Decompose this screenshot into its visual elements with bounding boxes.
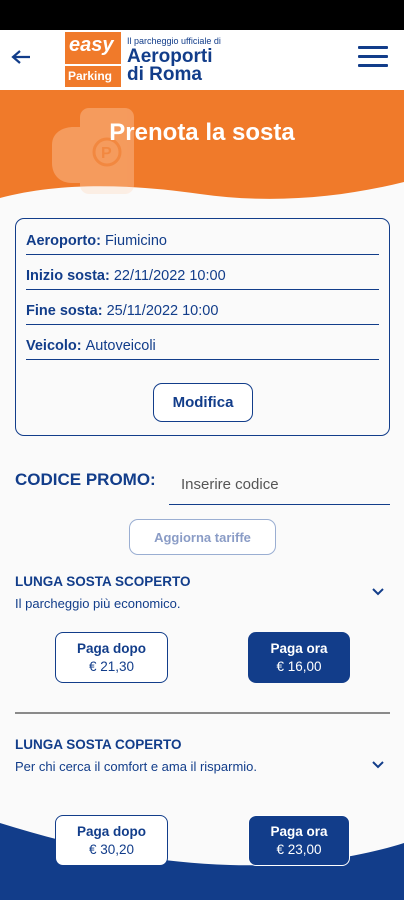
chevron-down-icon[interactable] [370, 584, 386, 600]
offer-subtitle: Il parcheggio più economico. [15, 596, 181, 611]
svg-text:P: P [101, 145, 112, 162]
offer-subtitle: Per chi cerca il comfort e ama il rispar… [15, 759, 258, 774]
promo-code-input[interactable] [169, 465, 390, 505]
back-arrow-icon[interactable] [8, 44, 34, 70]
easy-parking-logo: easy Parking [65, 32, 121, 87]
brand-name: Aeroporti di Roma [127, 46, 213, 85]
summary-row-end: Fine sosta: 25/11/2022 10:00 [26, 298, 379, 325]
offer-title: LUNGA SOSTA COPERTO [15, 737, 182, 752]
update-rates-button[interactable]: Aggiorna tariffe [129, 519, 276, 555]
brand-tagline: Il parcheggio ufficiale di [127, 36, 221, 46]
page-title: Prenota la sosta [109, 119, 295, 146]
offer-title: LUNGA SOSTA SCOPERTO [15, 574, 191, 589]
summary-row-vehicle: Veicolo: Autoveicoli [26, 333, 379, 360]
section-divider [15, 712, 390, 714]
chevron-down-icon[interactable] [370, 757, 386, 773]
pay-later-button[interactable]: Paga dopo € 21,30 [55, 632, 168, 683]
pay-now-button[interactable]: Paga ora € 16,00 [248, 632, 350, 683]
pay-later-button[interactable]: Paga dopo € 30,20 [55, 815, 168, 866]
summary-row-airport: Aeroporto: Fiumicino [26, 228, 379, 255]
booking-summary: Aeroporto: Fiumicino Inizio sosta: 22/11… [15, 218, 390, 436]
status-bar [0, 0, 404, 30]
app-header: easy Parking Il parcheggio ufficiale di … [0, 30, 404, 90]
hero-banner: P Prenota la sosta [0, 90, 404, 215]
hamburger-menu-icon[interactable] [358, 46, 390, 70]
pay-now-button[interactable]: Paga ora € 23,00 [248, 815, 350, 866]
summary-row-start: Inizio sosta: 22/11/2022 10:00 [26, 263, 379, 290]
promo-code-label: CODICE PROMO: [15, 470, 156, 489]
edit-booking-button[interactable]: Modifica [153, 383, 253, 422]
